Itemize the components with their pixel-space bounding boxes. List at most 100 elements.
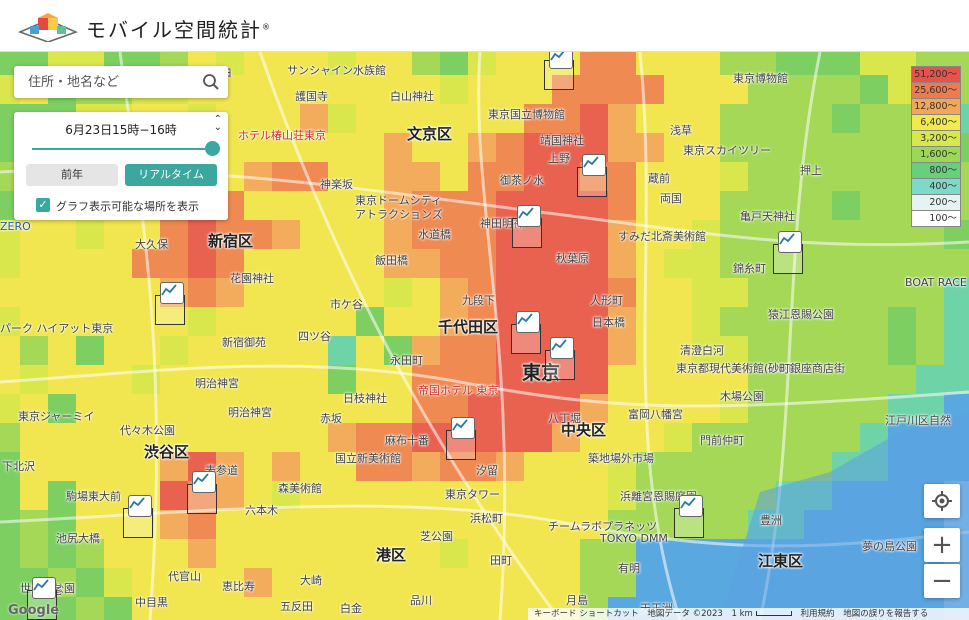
chart-icon xyxy=(582,154,606,176)
density-cell xyxy=(692,278,720,307)
time-slider[interactable] xyxy=(32,141,220,156)
density-cell xyxy=(272,307,300,336)
graph-location-pin[interactable] xyxy=(545,337,575,380)
poi-label: 飯田橋 xyxy=(375,254,408,267)
density-cell xyxy=(832,162,860,191)
graph-location-pin[interactable] xyxy=(187,471,217,514)
density-cell xyxy=(692,104,720,133)
density-cell xyxy=(804,191,832,220)
density-cell xyxy=(692,249,720,278)
density-cell xyxy=(496,278,524,307)
graph-location-pin[interactable] xyxy=(446,417,476,460)
density-cell xyxy=(328,568,356,597)
density-cell xyxy=(608,75,636,104)
density-cell xyxy=(860,191,888,220)
density-cell xyxy=(48,452,76,481)
legend-item: 51,200〜 xyxy=(911,66,961,83)
poi-label: 錦糸町 xyxy=(733,262,766,275)
terms-link[interactable]: 利用規約 xyxy=(800,609,834,619)
poi-label: 夢の島公園 xyxy=(862,540,917,553)
density-cell xyxy=(636,568,664,597)
density-cell xyxy=(188,249,216,278)
chart-icon xyxy=(128,495,152,517)
density-cell xyxy=(132,568,160,597)
density-cell xyxy=(104,568,132,597)
realtime-button[interactable]: リアルタイム xyxy=(125,164,217,186)
density-cell xyxy=(356,133,384,162)
graph-location-pin[interactable] xyxy=(544,52,574,90)
density-cell xyxy=(776,104,804,133)
search-input[interactable] xyxy=(14,66,194,98)
locate-button[interactable] xyxy=(924,484,960,518)
chart-icon xyxy=(778,231,802,253)
poi-label: BOAT RACE xyxy=(905,276,967,289)
density-cell xyxy=(76,365,104,394)
density-cell xyxy=(860,365,888,394)
density-cell xyxy=(748,162,776,191)
poi-label: ZERO xyxy=(0,220,31,233)
zoom-in-button[interactable]: + xyxy=(924,528,960,562)
density-cell xyxy=(636,278,664,307)
graph-location-pin[interactable] xyxy=(674,495,704,538)
density-cell xyxy=(916,365,944,394)
density-cell xyxy=(468,75,496,104)
previous-year-button[interactable]: 前年 xyxy=(26,164,118,186)
graph-location-pin[interactable] xyxy=(773,231,803,274)
density-cell xyxy=(244,307,272,336)
density-cell xyxy=(832,278,860,307)
density-cell xyxy=(300,365,328,394)
poi-label: 帝国ホテル 東京 xyxy=(418,384,499,397)
density-cell xyxy=(384,220,412,249)
density-cell xyxy=(720,278,748,307)
density-cell xyxy=(440,52,468,75)
google-logo[interactable]: Google xyxy=(8,603,59,618)
chart-icon xyxy=(550,337,574,359)
density-cell xyxy=(20,539,48,568)
density-cell xyxy=(300,249,328,278)
graph-location-pin[interactable] xyxy=(512,205,542,248)
density-cell xyxy=(636,336,664,365)
graph-location-pin[interactable] xyxy=(155,282,185,325)
report-error-link[interactable]: 地図の誤りを報告する xyxy=(843,609,928,619)
density-cell xyxy=(0,510,20,539)
poi-label: 中目黒 xyxy=(135,596,168,609)
poi-label: 池尻大橋 xyxy=(56,532,100,545)
legend-item: 6,400〜 xyxy=(911,114,961,131)
show-graph-checkbox[interactable]: ✓ xyxy=(36,198,50,212)
poi-label: 門前仲町 xyxy=(700,434,744,447)
collapse-chevron-icon[interactable]: ⌃ ⌄ xyxy=(214,115,222,133)
keyboard-shortcuts-link[interactable]: キーボード ショートカット xyxy=(534,609,639,619)
density-cell xyxy=(384,597,412,620)
density-cell xyxy=(552,307,580,336)
density-cell xyxy=(860,52,888,75)
slider-handle[interactable] xyxy=(205,141,220,156)
poi-label: 代々木公園 xyxy=(120,424,175,437)
density-cell xyxy=(244,452,272,481)
ward-label-chiyoda: 千代田区 xyxy=(438,318,499,336)
density-cell xyxy=(300,278,328,307)
zoom-out-button[interactable]: − xyxy=(924,564,960,598)
density-cell xyxy=(580,336,608,365)
graph-location-pin[interactable] xyxy=(511,311,541,354)
graph-location-pin[interactable] xyxy=(577,154,607,197)
density-cell xyxy=(916,249,944,278)
density-cell xyxy=(860,104,888,133)
density-cell xyxy=(216,307,244,336)
density-cell xyxy=(608,52,636,75)
poi-label: アトラクションズ xyxy=(355,208,443,221)
graph-location-pin[interactable] xyxy=(123,495,153,538)
density-cell xyxy=(692,162,720,191)
density-cell xyxy=(188,597,216,620)
poi-label: サンシャイン水族館 xyxy=(287,64,386,77)
legend-item: 1,600〜 xyxy=(911,146,961,163)
poi-label: 両国 xyxy=(660,192,682,205)
search-icon[interactable] xyxy=(202,73,220,91)
density-cell xyxy=(468,336,496,365)
density-cell xyxy=(832,307,860,336)
density-cell xyxy=(356,510,384,539)
density-cell xyxy=(944,336,969,365)
density-cell xyxy=(188,278,216,307)
scale-label: 1 km xyxy=(731,609,753,619)
poi-label: 押上 xyxy=(800,164,822,177)
density-cell xyxy=(244,75,272,104)
